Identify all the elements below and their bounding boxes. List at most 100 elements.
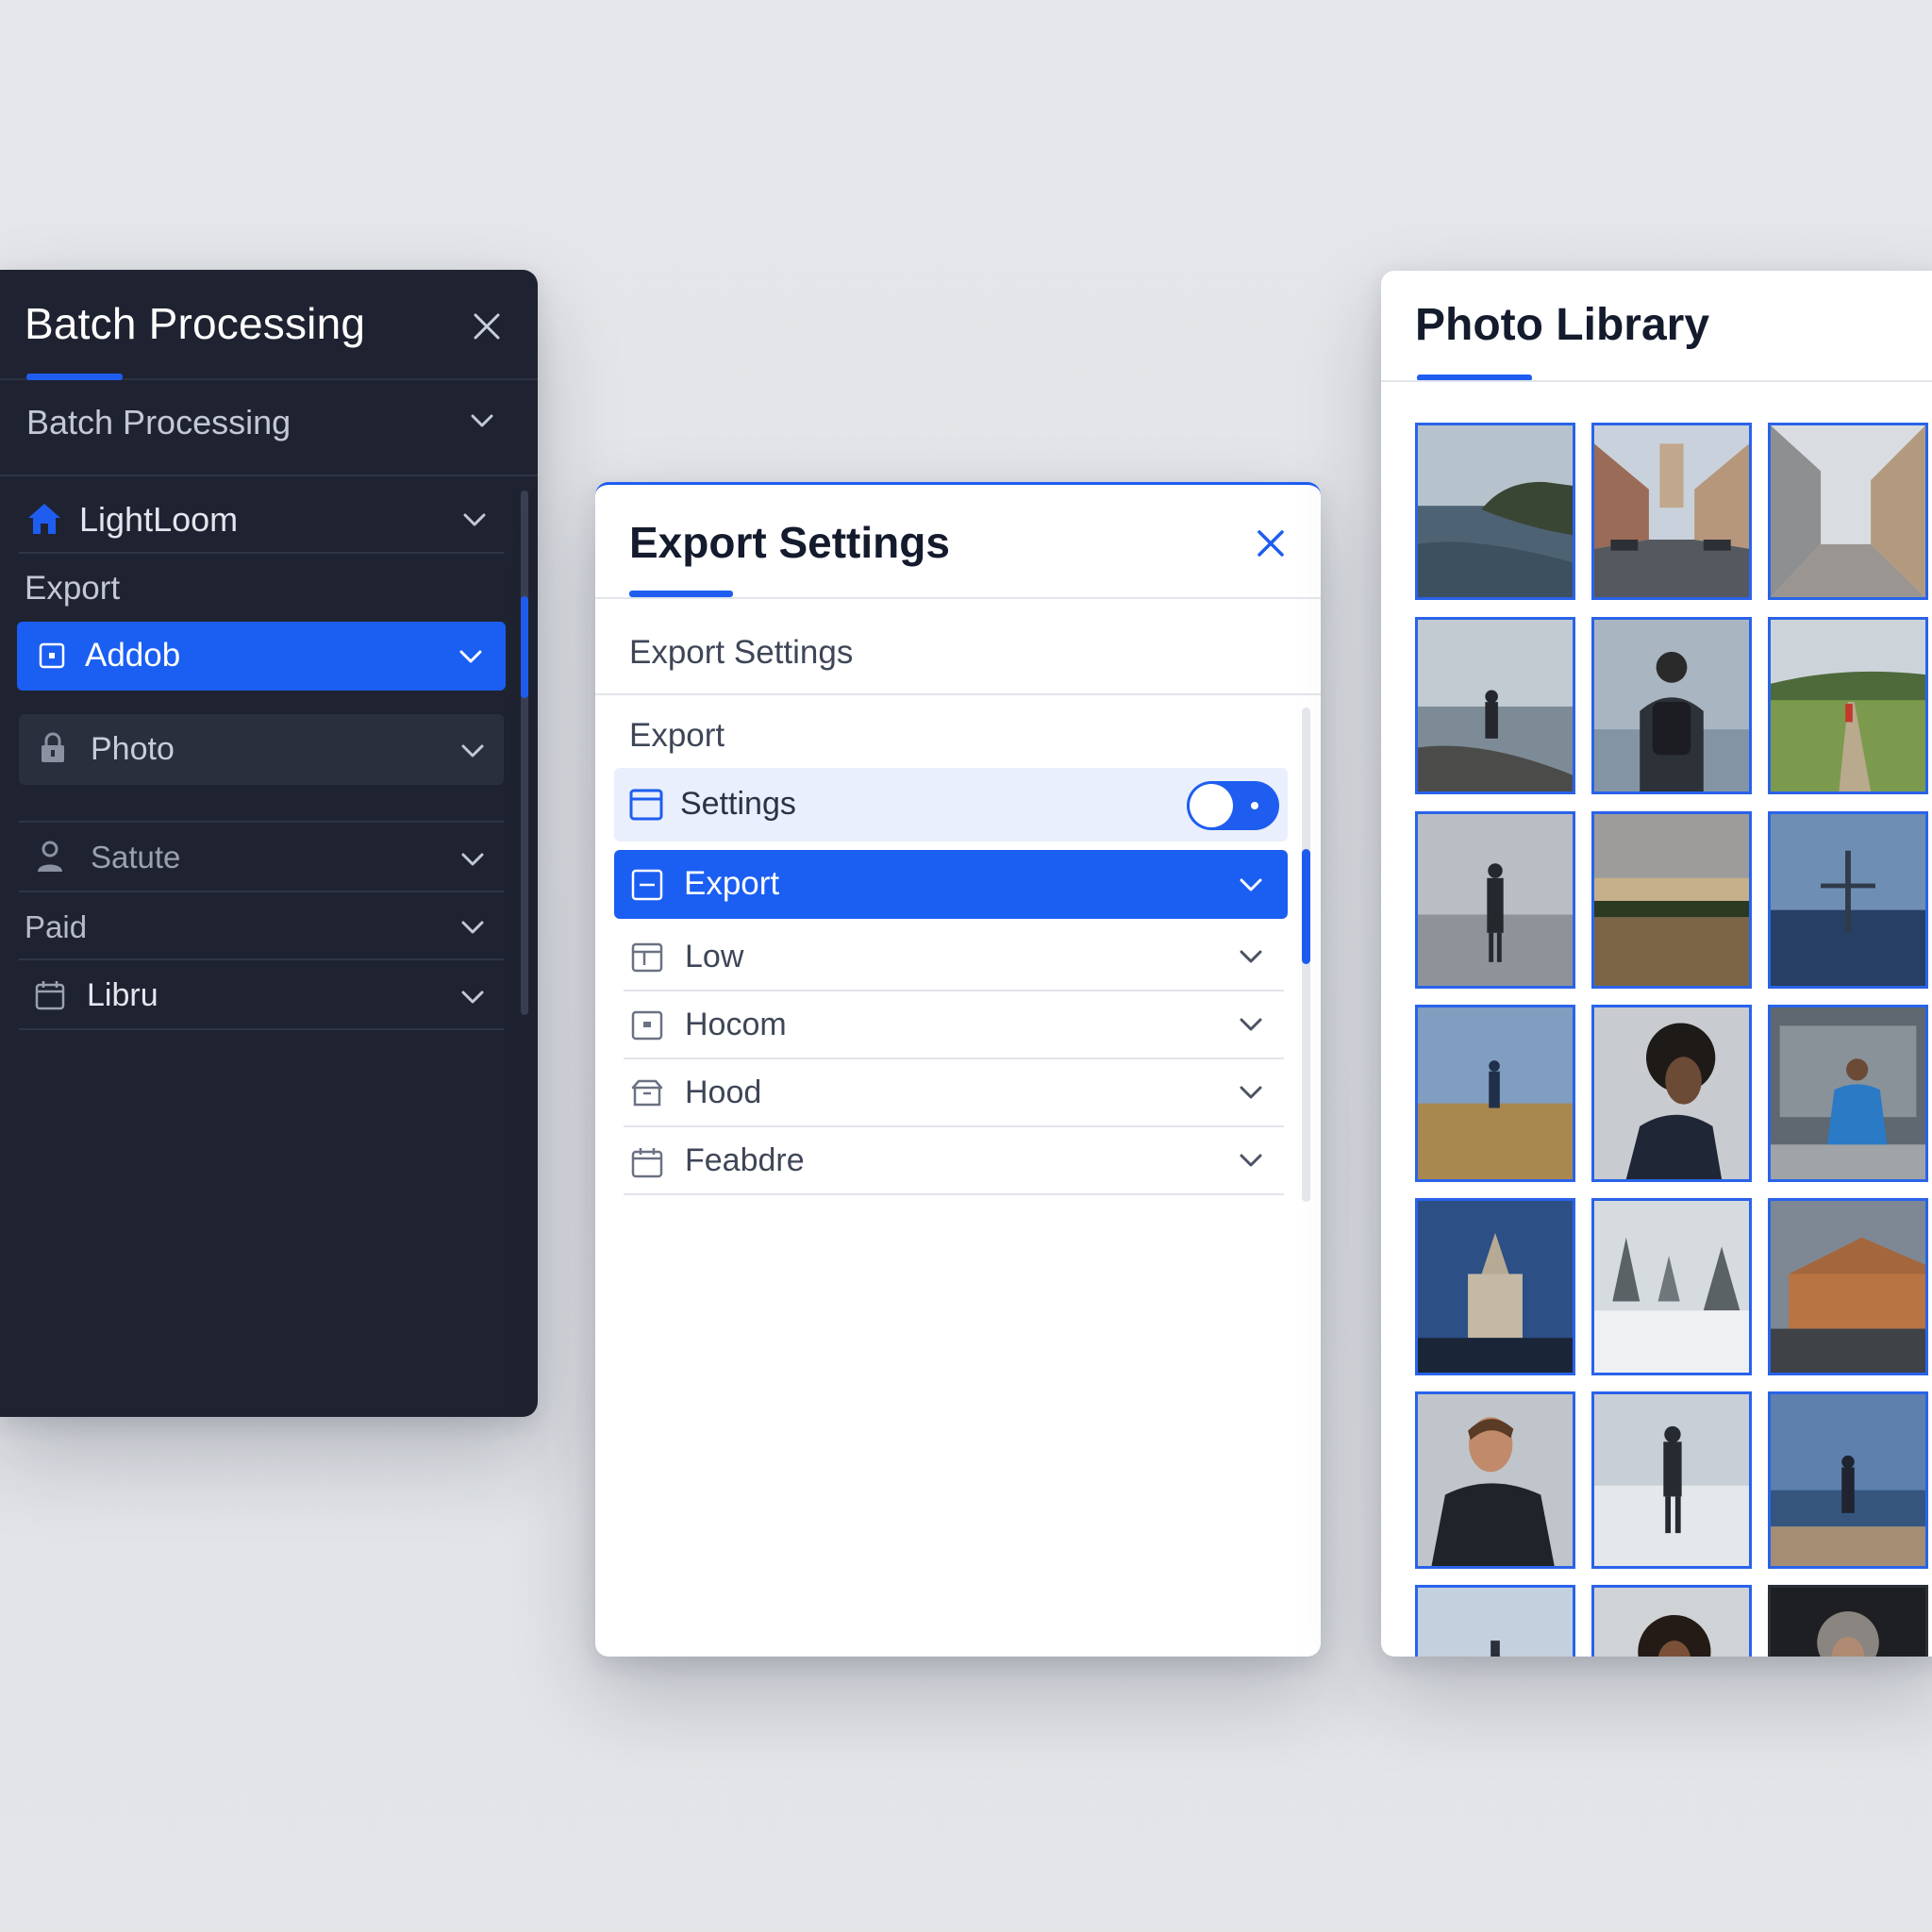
photo-thumbnail-church-night[interactable] bbox=[1415, 1198, 1575, 1375]
city-street-image bbox=[1594, 425, 1749, 597]
lock-icon bbox=[42, 732, 64, 762]
chevron-down-icon bbox=[459, 650, 482, 663]
sidebar-item-label: Libru bbox=[87, 977, 158, 1013]
person-field-image bbox=[1418, 1008, 1573, 1179]
export-item-label: Feabdre bbox=[685, 1142, 805, 1178]
chevron-down-icon bbox=[471, 414, 493, 427]
export-item-hocom[interactable]: Hocom bbox=[624, 991, 1284, 1059]
sidebar-item-label: Photo bbox=[91, 731, 175, 767]
photo-thumbnail-sea-cliff[interactable] bbox=[1415, 423, 1575, 600]
person-pier-image bbox=[1771, 1394, 1925, 1566]
square-dot-icon bbox=[631, 1010, 663, 1041]
photo-thumbnail-alley-street[interactable] bbox=[1768, 423, 1928, 600]
minus-square-icon bbox=[631, 869, 663, 901]
scrollbar-track[interactable] bbox=[521, 491, 528, 1015]
photo-thumbnail-curly-hair-partial[interactable] bbox=[1591, 1585, 1752, 1657]
calendar-icon bbox=[35, 981, 65, 1010]
export-settings-panel: Export Settings Export Settings Export S… bbox=[595, 482, 1321, 1657]
photo-thumbnail-grey-hair-partial[interactable] bbox=[1768, 1585, 1928, 1657]
divider bbox=[19, 891, 504, 892]
divider bbox=[595, 597, 1321, 599]
person-shore-image bbox=[1418, 620, 1573, 791]
scrollbar-thumb[interactable] bbox=[521, 596, 528, 698]
photo-library-panel: Photo Library bbox=[1381, 271, 1932, 1657]
export-item-low[interactable]: Low bbox=[624, 924, 1284, 991]
cross-sea-image bbox=[1771, 814, 1925, 986]
export-panel-title: Export Settings bbox=[629, 518, 950, 567]
divider bbox=[1381, 380, 1932, 382]
sidebar-item-paid[interactable]: Paid bbox=[0, 894, 509, 958]
batch-processing-panel: Batch Processing Batch Processing LightL… bbox=[0, 270, 538, 1417]
sidebar-item-photo[interactable]: Photo bbox=[19, 714, 504, 785]
settings-label: Settings bbox=[680, 786, 796, 822]
user-icon bbox=[38, 841, 62, 872]
chevron-down-icon bbox=[1240, 1154, 1262, 1167]
chevron-down-icon bbox=[461, 744, 484, 758]
grey-hair-partial-image bbox=[1771, 1588, 1925, 1657]
toggle-indicator-dot bbox=[1251, 802, 1258, 809]
export-item-label: Export bbox=[684, 865, 780, 902]
photo-thumbnail-young-man-portrait[interactable] bbox=[1415, 1391, 1575, 1569]
sunset-lake-image bbox=[1594, 814, 1749, 986]
divider bbox=[19, 1028, 504, 1030]
batch-dropdown-label: Batch Processing bbox=[26, 403, 291, 441]
chevron-down-icon bbox=[461, 921, 484, 934]
section-heading-export: Export bbox=[629, 717, 725, 754]
sidebar-item-label: LightLoom bbox=[79, 500, 239, 539]
photo-thumbnail-person-shore[interactable] bbox=[1415, 617, 1575, 794]
section-heading-export: Export bbox=[25, 570, 121, 607]
photo-thumbnail-sunset-lake[interactable] bbox=[1591, 811, 1752, 989]
divider bbox=[19, 958, 504, 960]
settings-row[interactable]: Settings bbox=[614, 768, 1288, 841]
square-dot-icon bbox=[39, 642, 65, 669]
person-backpack-sea-image bbox=[1594, 620, 1749, 791]
chevron-down-icon bbox=[1240, 950, 1262, 963]
chevron-down-icon bbox=[1240, 1018, 1262, 1031]
divider bbox=[0, 475, 538, 476]
settings-toggle[interactable] bbox=[1187, 781, 1279, 830]
close-icon[interactable] bbox=[468, 308, 506, 345]
photo-thumbnail-curly-hair-person[interactable] bbox=[1591, 1005, 1752, 1182]
divider bbox=[19, 552, 504, 554]
photo-thumbnail-person-snow-beach[interactable] bbox=[1591, 1391, 1752, 1569]
photo-thumbnail-cross-sea[interactable] bbox=[1768, 811, 1928, 989]
divider bbox=[19, 821, 504, 823]
export-item-label: Low bbox=[685, 939, 744, 974]
curly-hair-partial-image bbox=[1594, 1588, 1749, 1657]
divider bbox=[624, 1193, 1284, 1195]
export-item-hood[interactable]: Hood bbox=[624, 1059, 1284, 1127]
active-tab-indicator bbox=[26, 374, 123, 380]
scrollbar-thumb[interactable] bbox=[1302, 849, 1310, 964]
photo-thumbnail-wooden-building[interactable] bbox=[1768, 1198, 1928, 1375]
sidebar-item-lightloom[interactable]: LightLoom bbox=[0, 485, 509, 551]
home-icon bbox=[28, 504, 60, 534]
photo-thumbnail-person-building[interactable] bbox=[1768, 1005, 1928, 1182]
export-item-feabdre[interactable]: Feabdre bbox=[624, 1127, 1284, 1195]
box-icon bbox=[631, 1079, 663, 1107]
export-item-export[interactable]: Export bbox=[614, 850, 1288, 919]
photo-thumbnail-person-pier[interactable] bbox=[1768, 1391, 1928, 1569]
toggle-knob bbox=[1190, 784, 1233, 827]
close-icon[interactable] bbox=[1252, 525, 1290, 562]
export-item-label: Hood bbox=[685, 1074, 762, 1110]
person-sky-image bbox=[1418, 1588, 1573, 1657]
photo-thumbnail-city-street[interactable] bbox=[1591, 423, 1752, 600]
sidebar-item-libru[interactable]: Libru bbox=[0, 962, 509, 1028]
window-icon bbox=[629, 789, 663, 821]
chevron-down-icon bbox=[461, 991, 484, 1004]
photo-thumbnail-person-field[interactable] bbox=[1415, 1005, 1575, 1182]
young-man-portrait-image bbox=[1418, 1394, 1573, 1566]
photo-thumbnail-person-sky[interactable] bbox=[1415, 1585, 1575, 1657]
export-subtitle: Export Settings bbox=[629, 634, 854, 671]
photo-thumbnail-person-meadow-path[interactable] bbox=[1768, 617, 1928, 794]
sidebar-item-label: Addob bbox=[85, 637, 181, 674]
photo-thumbnail-snowy-forest[interactable] bbox=[1591, 1198, 1752, 1375]
active-tab-indicator bbox=[629, 591, 733, 597]
sidebar-item-addob[interactable]: Addob bbox=[17, 622, 506, 691]
photo-thumbnail-person-backpack-sea[interactable] bbox=[1591, 617, 1752, 794]
sidebar-item-satute[interactable]: Satute bbox=[0, 824, 509, 891]
photo-thumbnail-person-beach-grey[interactable] bbox=[1415, 811, 1575, 989]
batch-panel-header: Batch Processing bbox=[0, 270, 538, 380]
batch-dropdown[interactable]: Batch Processing bbox=[0, 382, 538, 461]
calendar-icon bbox=[631, 1148, 663, 1178]
